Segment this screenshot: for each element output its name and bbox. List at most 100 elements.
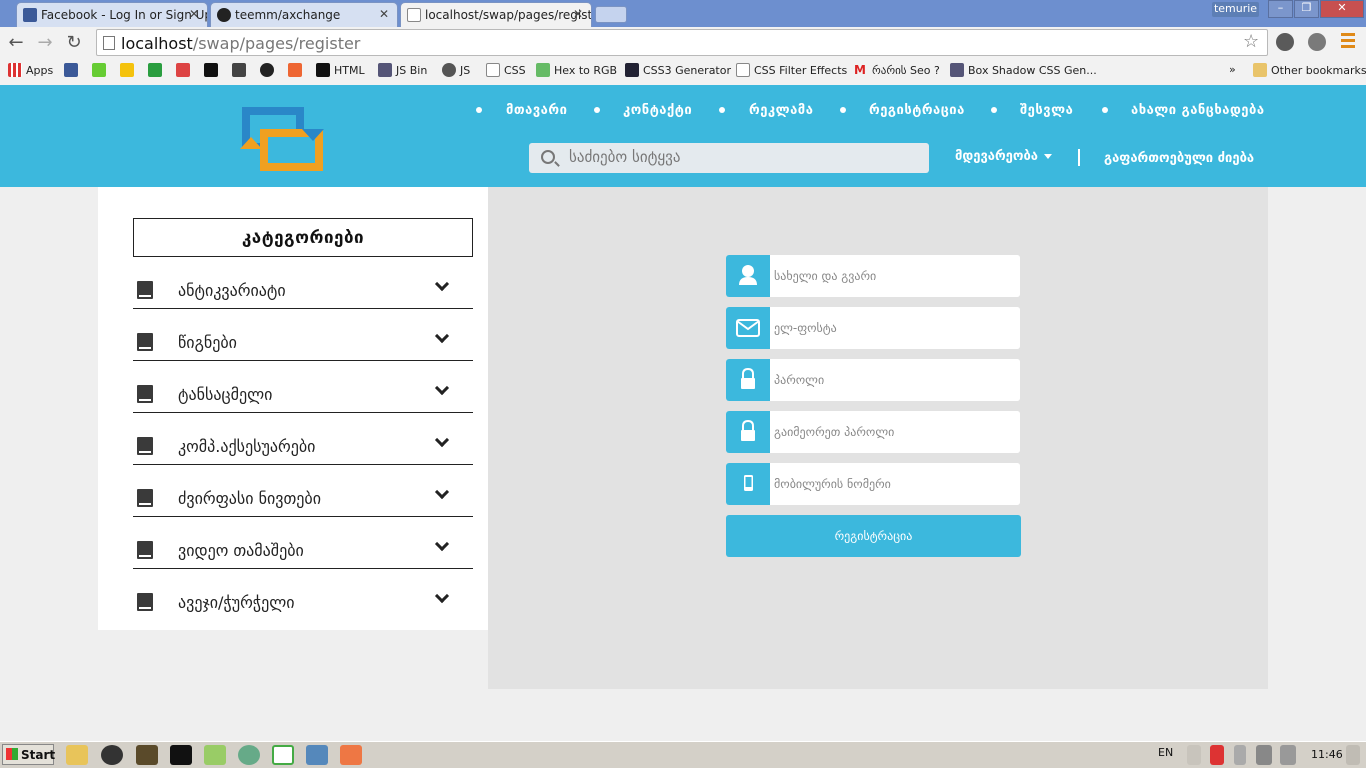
extension-icon[interactable] — [1308, 33, 1326, 51]
bookmark-css3-generator[interactable]: CSS3 Generator — [625, 63, 731, 77]
bookmark-html[interactable]: HTML — [316, 63, 365, 77]
bookmark-js[interactable]: JS — [442, 63, 470, 77]
category-item[interactable]: წიგნები — [133, 309, 473, 361]
globe-icon[interactable] — [238, 745, 260, 765]
chevron-down-icon[interactable] — [434, 484, 450, 500]
menu-icon[interactable] — [1341, 33, 1355, 51]
bookmark-draw[interactable] — [232, 63, 246, 77]
nav-login[interactable]: შესვლა — [1020, 103, 1073, 118]
bookmark-apps[interactable]: Apps — [8, 63, 53, 77]
bookmark-css[interactable]: CSS — [486, 63, 526, 77]
terminal-icon[interactable] — [170, 745, 192, 765]
bookmark-hex-rgb[interactable]: Hex to RGB — [536, 63, 617, 77]
chevron-down-icon[interactable] — [434, 276, 450, 292]
media-icon[interactable] — [101, 745, 123, 765]
nav-bullet — [1102, 107, 1108, 113]
category-item[interactable]: ანტიკვარიატი — [133, 257, 473, 309]
chevron-down-icon[interactable] — [434, 588, 450, 604]
bookmark-fire[interactable] — [288, 63, 302, 77]
language-indicator[interactable]: EN — [1158, 746, 1173, 759]
url-host: localhost — [121, 34, 193, 53]
network-alert-icon[interactable] — [1210, 745, 1224, 765]
chevron-down-icon[interactable] — [434, 380, 450, 396]
signal-icon[interactable] — [1256, 745, 1272, 765]
bookmark-seo[interactable]: Mრარის Seo ? — [854, 63, 940, 77]
extension-icon[interactable] — [1276, 33, 1294, 51]
book-icon — [137, 281, 153, 299]
advanced-search-link[interactable]: გაფართოებული ძიება — [1104, 151, 1254, 166]
category-label: ძვირფასი ნივთები — [178, 489, 321, 508]
explorer-icon[interactable] — [66, 745, 88, 765]
bookmark-star-icon[interactable]: ☆ — [1243, 31, 1259, 52]
minimize-icon[interactable]: – — [1268, 0, 1293, 18]
phone-input[interactable] — [770, 463, 1020, 505]
search-input[interactable]: საძიებო სიტყვა — [529, 143, 929, 173]
bookmark-css-filter[interactable]: CSS Filter Effects — [736, 63, 847, 77]
xampp-icon[interactable] — [340, 745, 362, 765]
nav-new-ad[interactable]: ახალი განცხადება — [1131, 103, 1265, 118]
tab-title: Facebook - Log In or Sign Up — [41, 8, 208, 22]
github-icon — [260, 63, 274, 77]
chrome-icon[interactable] — [272, 745, 294, 765]
volume-icon[interactable] — [1280, 745, 1296, 765]
profile-badge[interactable]: temurie — [1212, 2, 1259, 17]
bookmark-classroom[interactable] — [148, 63, 162, 77]
bookmark-gmail[interactable] — [176, 63, 190, 77]
category-item[interactable]: ტანსაცმელი — [133, 361, 473, 413]
close-icon[interactable]: ✕ — [189, 7, 199, 21]
clock[interactable]: 11:46 — [1311, 748, 1343, 761]
category-label: ტანსაცმელი — [178, 385, 273, 404]
tab-facebook[interactable]: Facebook - Log In or Sign Up ✕ — [16, 2, 208, 27]
app-icon[interactable] — [306, 745, 328, 765]
category-label: ავეჯი/ჭურჭელი — [178, 593, 295, 612]
github-icon — [217, 8, 231, 22]
chevron-down-icon[interactable] — [434, 536, 450, 552]
chevron-down-icon[interactable] — [434, 328, 450, 344]
tab-register[interactable]: localhost/swap/pages/register ✕ — [400, 2, 592, 27]
nav-advertising[interactable]: რეკლამა — [749, 103, 813, 118]
site-logo[interactable] — [240, 105, 325, 172]
category-item[interactable]: კომპ.აქსესუარები — [133, 413, 473, 465]
bookmark-facebook[interactable] — [64, 63, 78, 77]
email-input[interactable] — [770, 307, 1020, 349]
nav-home[interactable]: მთავარი — [506, 103, 567, 118]
category-item[interactable]: ვიდეო თამაშები — [133, 517, 473, 569]
new-tab-button[interactable] — [595, 6, 627, 23]
tray-expand-icon[interactable] — [1187, 745, 1201, 765]
bookmark-jsbin[interactable]: JS Bin — [378, 63, 427, 77]
chevron-down-icon[interactable] — [434, 432, 450, 448]
maximize-icon[interactable]: ❐ — [1294, 0, 1319, 18]
register-button[interactable]: რეგისტრაცია — [726, 515, 1021, 557]
reload-icon[interactable]: ↻ — [64, 33, 84, 53]
nav-contact[interactable]: კონტაქტი — [623, 103, 692, 118]
app-icon[interactable] — [204, 745, 226, 765]
bookmark-w3[interactable] — [92, 63, 106, 77]
book-icon — [137, 593, 153, 611]
sort-dropdown[interactable]: მდევარეობა — [955, 149, 1053, 164]
close-icon[interactable]: ✕ — [573, 7, 583, 21]
book-icon — [137, 541, 153, 559]
bookmark-drive[interactable] — [120, 63, 134, 77]
close-icon[interactable]: ✕ — [379, 7, 389, 21]
close-window-icon[interactable]: ✕ — [1320, 0, 1364, 18]
app-icon[interactable] — [136, 745, 158, 765]
more-bookmarks-button[interactable]: » — [1229, 63, 1236, 76]
other-bookmarks[interactable]: Other bookmarks — [1253, 63, 1366, 77]
bookmark-box-shadow[interactable]: Box Shadow CSS Gen... — [950, 63, 1097, 77]
back-icon[interactable]: ← — [6, 33, 26, 53]
show-desktop-icon[interactable] — [1346, 745, 1360, 765]
tab-github[interactable]: teemm/axchange ✕ — [210, 2, 398, 27]
category-item[interactable]: ძვირფასი ნივთები — [133, 465, 473, 517]
forward-icon[interactable]: → — [35, 33, 55, 53]
nav-register[interactable]: რეგისტრაცია — [869, 103, 965, 118]
bookmark-github[interactable] — [260, 63, 274, 77]
jsbin-icon — [378, 63, 392, 77]
repeat-password-input[interactable] — [770, 411, 1020, 453]
battery-icon[interactable] — [1234, 745, 1246, 765]
category-item[interactable]: ავეჯი/ჭურჭელი — [133, 569, 473, 621]
address-bar[interactable]: localhost/swap/pages/register — [96, 29, 1268, 56]
start-button[interactable]: Start — [2, 744, 55, 765]
password-input[interactable] — [770, 359, 1020, 401]
name-input[interactable] — [770, 255, 1020, 297]
bookmark-film[interactable] — [204, 63, 218, 77]
